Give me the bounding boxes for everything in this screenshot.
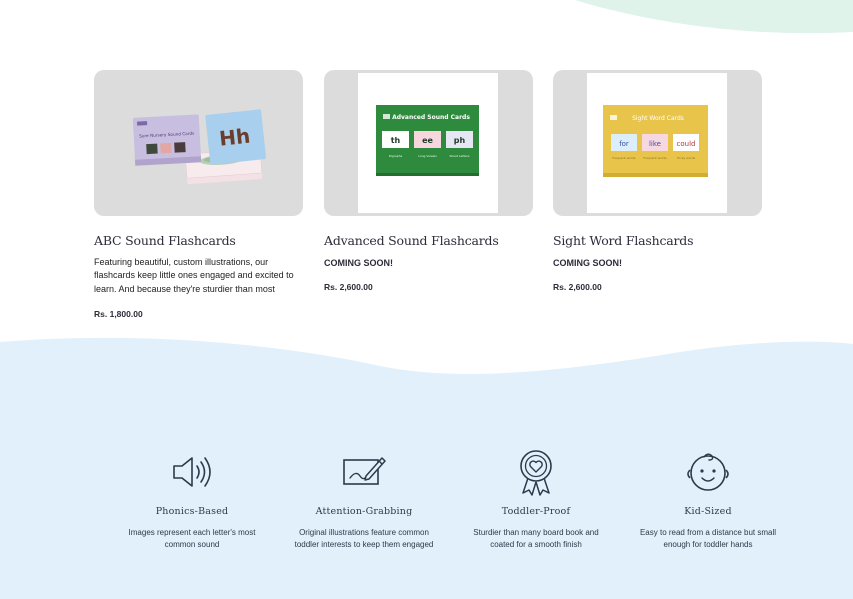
product-card-sight-word[interactable]: Sight Word Cards for like could Frequent… [553, 70, 762, 292]
product-image-sight-word[interactable]: Sight Word Cards for like could Frequent… [553, 70, 762, 216]
award-badge-icon [520, 450, 552, 496]
feature-description-line: Sturdier than many board book and [473, 528, 599, 537]
product-title[interactable]: Sight Word Flashcards [553, 233, 762, 248]
baby-face-icon [687, 453, 729, 491]
features-section: Phonics-Based Images represent each lett… [0, 440, 853, 599]
advanced-card-1: th [391, 136, 401, 145]
sight-word-caption-2: Frequent words [643, 156, 667, 160]
product-price: Rs. 2,600.00 [324, 282, 373, 292]
sight-word-card-3: could [677, 140, 696, 148]
feature-description-line: enough for toddler hands [663, 540, 753, 549]
advanced-caption-3: Silent Letters [450, 154, 470, 158]
feature-toddler-proof: Toddler-Proof Sturdier than many board b… [446, 440, 626, 551]
advanced-caption-2: Long Vowels [418, 154, 437, 158]
status-badge: COMING SOON! [553, 258, 622, 268]
sight-word-box-title: Sight Word Cards [632, 115, 684, 122]
sight-word-caption-3: Tricky words [676, 156, 696, 160]
sight-word-cards-box: Sight Word Cards for like could Frequent… [603, 105, 708, 177]
product-title[interactable]: ABC Sound Flashcards [94, 233, 303, 248]
feature-title: Kid-Sized [684, 506, 732, 517]
feature-description-line: Images represent each letter's most [128, 528, 256, 537]
feature-description-line: Original illustrations feature common [299, 528, 429, 537]
status-badge: COMING SOON! [324, 258, 393, 268]
feature-title: Phonics-Based [155, 506, 229, 517]
advanced-card-2: ee [422, 136, 433, 145]
product-description: Featuring beautiful, custom illustration… [94, 257, 294, 294]
feature-phonics: Phonics-Based Images represent each lett… [102, 440, 282, 551]
product-image-abc[interactable]: Hh Sure Nursery Sound Cards [94, 70, 303, 216]
sight-word-card-2: like [649, 140, 661, 148]
product-card-abc[interactable]: Hh Sure Nursery Sound Cards ABC Sound Fl… [94, 70, 303, 319]
product-price: Rs. 1,800.00 [94, 309, 143, 319]
feature-title: Toddler-Proof [501, 506, 571, 517]
feature-description-line: common sound [164, 540, 220, 549]
product-title[interactable]: Advanced Sound Flashcards [324, 233, 533, 248]
advanced-card-3: ph [454, 136, 466, 145]
feature-description: Images represent each letter's most comm… [102, 527, 282, 551]
sight-word-caption-1: Frequent words [612, 156, 636, 160]
drawing-pen-icon [343, 457, 386, 485]
advanced-caption-1: Digraphs [389, 154, 403, 158]
feature-description: Sturdier than many board book and coated… [446, 527, 626, 551]
product-card-advanced[interactable]: Advanced Sound Cards th ee ph Digraphs L… [324, 70, 533, 292]
feature-description-line: coated for a smooth finish [490, 540, 582, 549]
product-price: Rs. 2,600.00 [553, 282, 602, 292]
feature-description-line: toddler interests to keep them engaged [294, 540, 434, 549]
abc-box-letter: Hh [218, 124, 251, 151]
feature-description-line: Easy to read from a distance but small [639, 528, 777, 537]
product-image-advanced[interactable]: Advanced Sound Cards th ee ph Digraphs L… [324, 70, 533, 216]
feature-title: Attention-Grabbing [315, 506, 413, 517]
feature-kid-sized: Kid-Sized Easy to read from a distance b… [618, 440, 798, 551]
sight-word-card-1: for [619, 140, 629, 148]
feature-attention: Attention-Grabbing Original illustration… [274, 440, 454, 551]
feature-description: Easy to read from a distance but small e… [618, 527, 798, 551]
top-wave-decoration [575, 0, 853, 34]
advanced-box-title: Advanced Sound Cards [392, 114, 470, 121]
product-grid: Hh Sure Nursery Sound Cards ABC Sound Fl… [94, 70, 764, 330]
advanced-cards-box: Advanced Sound Cards th ee ph Digraphs L… [376, 105, 479, 176]
abc-flashcards-photo: Hh Sure Nursery Sound Cards [132, 109, 266, 185]
speaker-icon [173, 457, 211, 487]
feature-description: Original illustrations feature common to… [274, 527, 454, 551]
